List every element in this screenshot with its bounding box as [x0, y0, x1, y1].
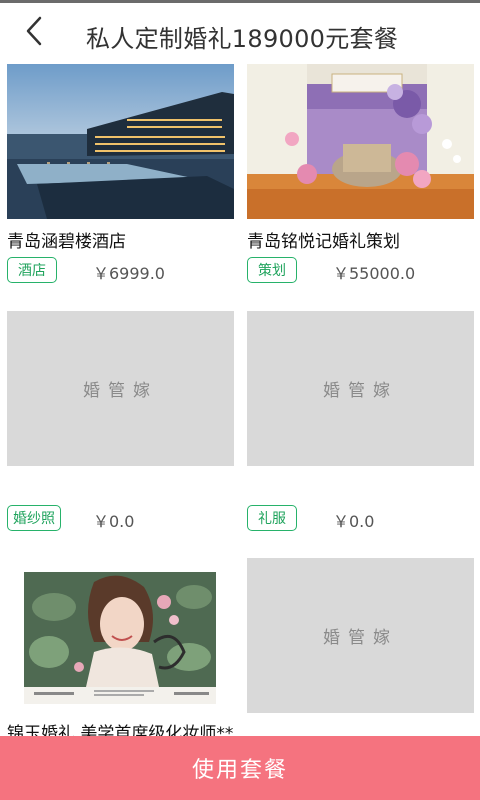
item-name: 青岛涵碧楼酒店 [7, 232, 126, 252]
category-tag: 策划 [247, 257, 297, 283]
item-price: ￥0.0 [333, 512, 375, 531]
placeholder-image[interactable]: 婚管嫁 [7, 311, 234, 466]
item-price: ￥55000.0 [333, 264, 416, 283]
placeholder-text: 婚管嫁 [323, 381, 398, 401]
hotel-photo[interactable] [7, 64, 234, 219]
header-bar: 私人定制婚礼189000元套餐 [0, 3, 480, 60]
chevron-left-icon [26, 16, 42, 46]
category-tag: 婚纱照 [7, 505, 61, 531]
placeholder-image[interactable]: 婚管嫁 [247, 558, 474, 713]
page-title: 私人定制婚礼189000元套餐 [86, 25, 399, 53]
category-tag: 酒店 [7, 257, 57, 283]
placeholder-text: 婚管嫁 [323, 628, 398, 648]
item-price: ￥6999.0 [93, 264, 165, 283]
category-tag: 礼服 [247, 505, 297, 531]
back-button[interactable] [16, 13, 52, 49]
package-items-grid[interactable]: 青岛涵碧楼酒店 酒店 ￥6999.0 青岛铭悦记婚礼策划 策划 ￥55000.0… [0, 60, 480, 736]
item-name: 青岛铭悦记婚礼策划 [247, 232, 400, 252]
wedding-decor-photo[interactable] [247, 64, 474, 219]
bride-portrait-photo[interactable] [24, 572, 216, 704]
placeholder-text: 婚管嫁 [83, 381, 158, 401]
use-package-button[interactable]: 使用套餐 [0, 736, 480, 800]
item-name: 锦玉婚礼 美学首席级化妆师** [7, 724, 234, 736]
item-price: ￥0.0 [93, 512, 135, 531]
placeholder-image[interactable]: 婚管嫁 [247, 311, 474, 466]
